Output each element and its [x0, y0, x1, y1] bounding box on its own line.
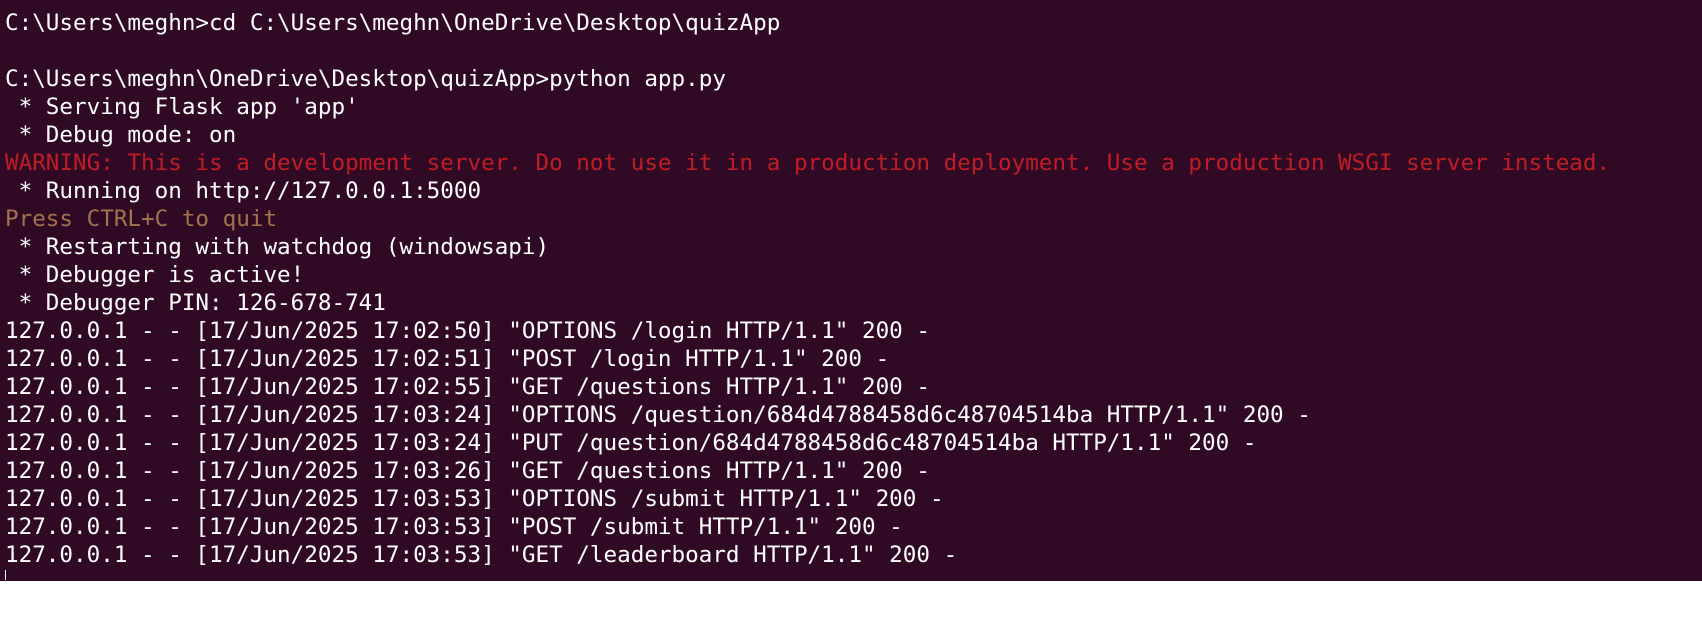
log-line: 127.0.0.1 - - [17/Jun/2025 17:02:55] "GE…	[5, 374, 930, 400]
terminal-line-running-on: * Running on http://127.0.0.1:5000	[5, 178, 482, 204]
terminal-line-warning: WARNING: This is a development server. D…	[5, 150, 1611, 176]
terminal-output: C:\Users\meghn>cd C:\Users\meghn\OneDriv…	[5, 9, 1702, 569]
log-line: 127.0.0.1 - - [17/Jun/2025 17:03:53] "PO…	[5, 514, 903, 540]
terminal-line-debug-mode: * Debug mode: on	[5, 122, 237, 148]
blank-area	[0, 581, 1702, 626]
log-line: 127.0.0.1 - - [17/Jun/2025 17:02:51] "PO…	[5, 346, 890, 372]
terminal-line-serving: * Serving Flask app 'app'	[5, 94, 359, 120]
terminal-line-command-python: C:\Users\meghn\OneDrive\Desktop\quizApp>…	[5, 66, 726, 92]
terminal-line-restarting: * Restarting with watchdog (windowsapi)	[5, 234, 550, 260]
terminal-window[interactable]: C:\Users\meghn>cd C:\Users\meghn\OneDriv…	[0, 0, 1702, 581]
log-line: 127.0.0.1 - - [17/Jun/2025 17:02:50] "OP…	[5, 318, 930, 344]
log-line: 127.0.0.1 - - [17/Jun/2025 17:03:26] "GE…	[5, 458, 930, 484]
terminal-line-debugger-pin: * Debugger PIN: 126-678-741	[5, 290, 386, 316]
terminal-line-quit-hint: Press CTRL+C to quit	[5, 206, 278, 232]
log-line: 127.0.0.1 - - [17/Jun/2025 17:03:24] "OP…	[5, 402, 1311, 428]
log-line: 127.0.0.1 - - [17/Jun/2025 17:03:53] "GE…	[5, 542, 958, 568]
log-line: 127.0.0.1 - - [17/Jun/2025 17:03:53] "OP…	[5, 486, 944, 512]
text-cursor	[5, 570, 6, 580]
terminal-line-command-cd: C:\Users\meghn>cd C:\Users\meghn\OneDriv…	[5, 10, 781, 36]
log-line: 127.0.0.1 - - [17/Jun/2025 17:03:24] "PU…	[5, 430, 1257, 456]
terminal-line-debugger-active: * Debugger is active!	[5, 262, 305, 288]
